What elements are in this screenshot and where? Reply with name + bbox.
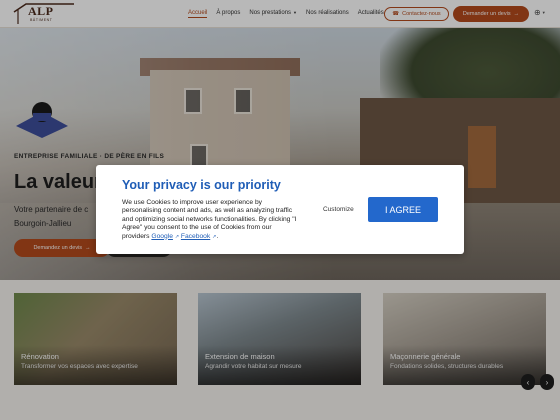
cookie-consent-dialog: Your privacy is our priority We use Cook… [96, 165, 464, 254]
external-link-icon: ↗ [212, 233, 217, 240]
dialog-title: Your privacy is our priority [122, 178, 281, 192]
google-link[interactable]: Google [151, 233, 173, 240]
external-link-icon: ↗ [174, 233, 180, 240]
dialog-body: We use Cookies to improve user experienc… [122, 199, 297, 240]
agree-button[interactable]: I AGREE [368, 197, 438, 222]
facebook-link[interactable]: Facebook [181, 233, 210, 240]
customize-button[interactable]: Customize [323, 206, 354, 213]
